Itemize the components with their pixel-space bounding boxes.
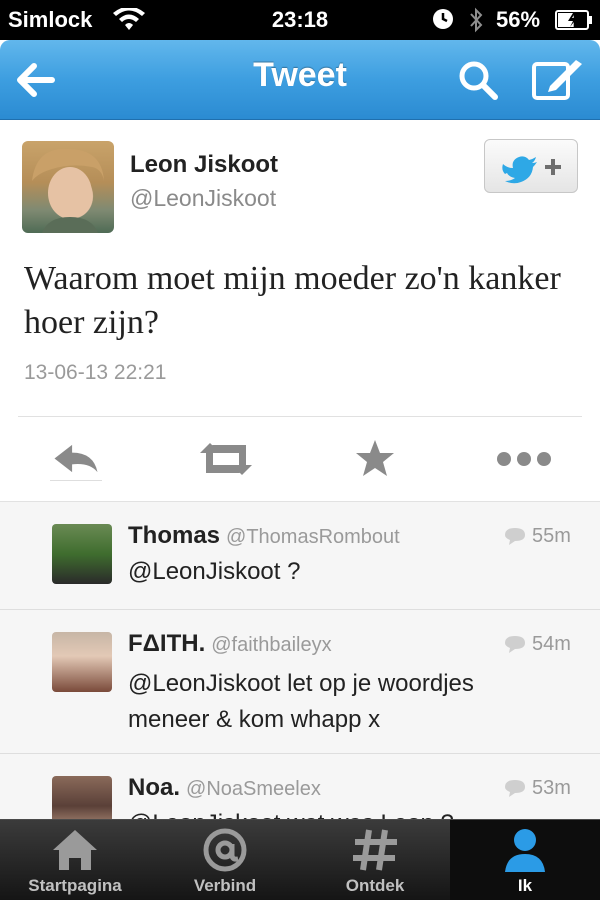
page-title: Tweet	[253, 56, 347, 94]
reply-author-handle: @faithbaileyx	[211, 634, 332, 656]
battery-icon	[555, 10, 592, 30]
reply-text: @LeonJiskoot wat was Leon ?	[128, 806, 558, 819]
follow-button[interactable]	[484, 139, 578, 193]
tab-connect[interactable]: Verbind	[150, 820, 300, 900]
speech-bubble-icon	[505, 780, 525, 797]
tweet-text: Waarom moet mijn moeder zo'n kanker hoer…	[24, 260, 561, 341]
retweet-icon[interactable]	[196, 437, 256, 481]
tab-me[interactable]: Ik	[450, 820, 600, 900]
reply-icon[interactable]	[50, 437, 102, 481]
reply-item[interactable]: Thomas @ThomasRombout 55m @LeonJiskoot ?	[0, 502, 600, 610]
reply-author[interactable]: Noa. @NoaSmeelex	[128, 774, 321, 802]
avatar-photo-icon	[32, 148, 104, 233]
tab-discover[interactable]: Ontdek	[300, 820, 450, 900]
navigation-bar: Tweet	[0, 40, 600, 120]
author-name[interactable]: Leon Jiskoot	[130, 151, 278, 179]
replies-list: Thomas @ThomasRombout 55m @LeonJiskoot ? …	[0, 501, 600, 819]
search-icon[interactable]	[456, 58, 500, 102]
person-icon	[505, 829, 545, 872]
tab-label: Ik	[517, 876, 533, 895]
tab-label: Startpagina	[28, 876, 122, 895]
reply-time-ago: 55m	[532, 525, 571, 547]
speech-bubble-icon	[505, 636, 525, 653]
at-icon	[203, 828, 247, 872]
reply-text: @LeonJiskoot ?	[128, 558, 301, 585]
reply-author-name: Thomas	[128, 522, 221, 549]
tweet-timestamp: 13-06-13 22:21	[24, 361, 167, 384]
alarm-icon	[433, 9, 453, 29]
reply-time-ago: 54m	[532, 633, 571, 655]
reply-author-handle: @ThomasRombout	[226, 526, 400, 548]
reply-author-name: Noa.	[128, 774, 181, 801]
bluetooth-icon	[470, 7, 483, 33]
speech-bubble-icon	[505, 528, 525, 545]
reply-item[interactable]: Noa.@NoaSmeelex 53m @LeonJiskoot wat was…	[0, 754, 600, 819]
tab-label: Verbind	[193, 876, 257, 895]
reply-author-handle: @NoaSmeelex	[186, 778, 321, 800]
reply-avatar[interactable]	[52, 632, 112, 692]
divider	[18, 416, 582, 417]
reply-avatar[interactable]	[52, 524, 112, 584]
compose-icon[interactable]	[530, 54, 584, 104]
tweet-detail: Leon Jiskoot @LeonJiskoot Waarom moet mi…	[0, 121, 600, 501]
reply-avatar[interactable]	[52, 776, 112, 819]
home-icon	[53, 830, 97, 870]
tab-bar: Startpagina Verbind Ontdek Ik	[0, 819, 600, 900]
more-options-icon[interactable]	[494, 437, 554, 481]
reply-item[interactable]: FΔITH. @faithbaileyx 54m @LeonJiskoot let…	[0, 610, 600, 754]
author-handle[interactable]: @LeonJiskoot	[130, 185, 276, 212]
reply-author[interactable]: FΔITH. @faithbaileyx	[128, 630, 332, 658]
reply-text: @LeonJiskoot let op je woordjes meneer &…	[128, 670, 474, 733]
twitter-bird-plus-icon	[502, 156, 561, 184]
reply-time-ago: 53m	[532, 777, 571, 799]
hash-icon	[353, 829, 397, 871]
battery-percentage: 56%	[496, 7, 541, 32]
tab-label: Ontdek	[345, 876, 405, 895]
tab-home[interactable]: Startpagina	[0, 820, 150, 900]
reply-author-name: FΔITH.	[128, 630, 206, 657]
reply-author[interactable]: Thomas @ThomasRombout	[128, 522, 400, 550]
author-avatar[interactable]	[22, 141, 114, 233]
status-bar: Simlock 23:18 56%	[0, 0, 600, 40]
favorite-star-icon[interactable]	[354, 437, 396, 481]
